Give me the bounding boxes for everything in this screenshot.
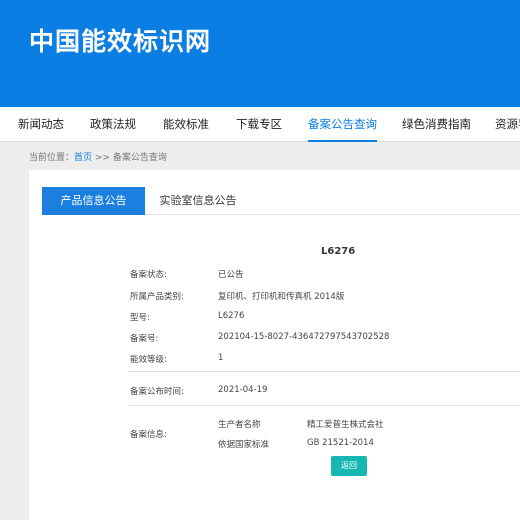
manufacturer-value: 精工爱普生株式会社 (307, 420, 384, 430)
content-panel: 产品信息公告 实验室信息公告 (29, 170, 520, 520)
grade-value: 1 (218, 353, 224, 363)
model-label: 型号: (130, 313, 150, 323)
site-banner: 中国能效标识网 (0, 0, 520, 107)
status-value: 已公告 (218, 270, 244, 280)
nav-item-green-guide[interactable]: 绿色消费指南 (402, 107, 471, 142)
record-title: L6276 (321, 246, 356, 257)
category-value: 复印机、打印机和传真机 2014版 (218, 292, 345, 302)
nav-item-downloads[interactable]: 下载专区 (236, 107, 282, 142)
filing-number-label: 备案号: (130, 334, 159, 344)
breadcrumb-prefix: 当前位置： (29, 153, 75, 163)
publish-date-value: 2021-04-19 (218, 385, 268, 395)
divider (128, 405, 520, 406)
breadcrumb-home-link[interactable]: 首页 (74, 153, 92, 163)
standard-label: 依据国家标准 (218, 440, 270, 450)
main-nav: 新闻动态 政策法规 能效标准 下载专区 备案公告查询 绿色消费指南 资源导 (0, 107, 520, 142)
grade-label: 能效等级: (130, 355, 167, 365)
standard-value: GB 21521-2014 (307, 438, 374, 448)
tab-bar: 产品信息公告 实验室信息公告 (42, 187, 520, 215)
nav-item-filing-query[interactable]: 备案公告查询 (308, 107, 377, 142)
status-label: 备案状态: (130, 270, 167, 280)
manufacturer-label: 生产者名称 (218, 420, 261, 430)
breadcrumb-separator: >> (92, 153, 113, 163)
divider (128, 371, 520, 372)
breadcrumb-current: 备案公告查询 (112, 153, 167, 163)
nav-item-news[interactable]: 新闻动态 (18, 107, 64, 142)
filing-number-value: 202104-15-8027-436472797543702528 (218, 332, 390, 342)
tab-lab-info[interactable]: 实验室信息公告 (145, 187, 251, 215)
nav-item-resources[interactable]: 资源导 (495, 107, 520, 142)
tab-product-info[interactable]: 产品信息公告 (42, 187, 145, 215)
category-label: 所属产品类别: (130, 292, 184, 302)
breadcrumb: 当前位置：首页 >> 备案公告查询 (29, 150, 167, 163)
model-value: L6276 (218, 311, 245, 321)
nav-item-policy[interactable]: 政策法规 (90, 107, 136, 142)
filing-info-label: 备案信息: (130, 430, 167, 440)
publish-date-label: 备案公布时间: (130, 387, 184, 397)
nav-item-standards[interactable]: 能效标准 (163, 107, 209, 142)
site-logo[interactable]: 中国能效标识网 (29, 22, 211, 58)
back-button[interactable]: 返回 (331, 456, 367, 476)
